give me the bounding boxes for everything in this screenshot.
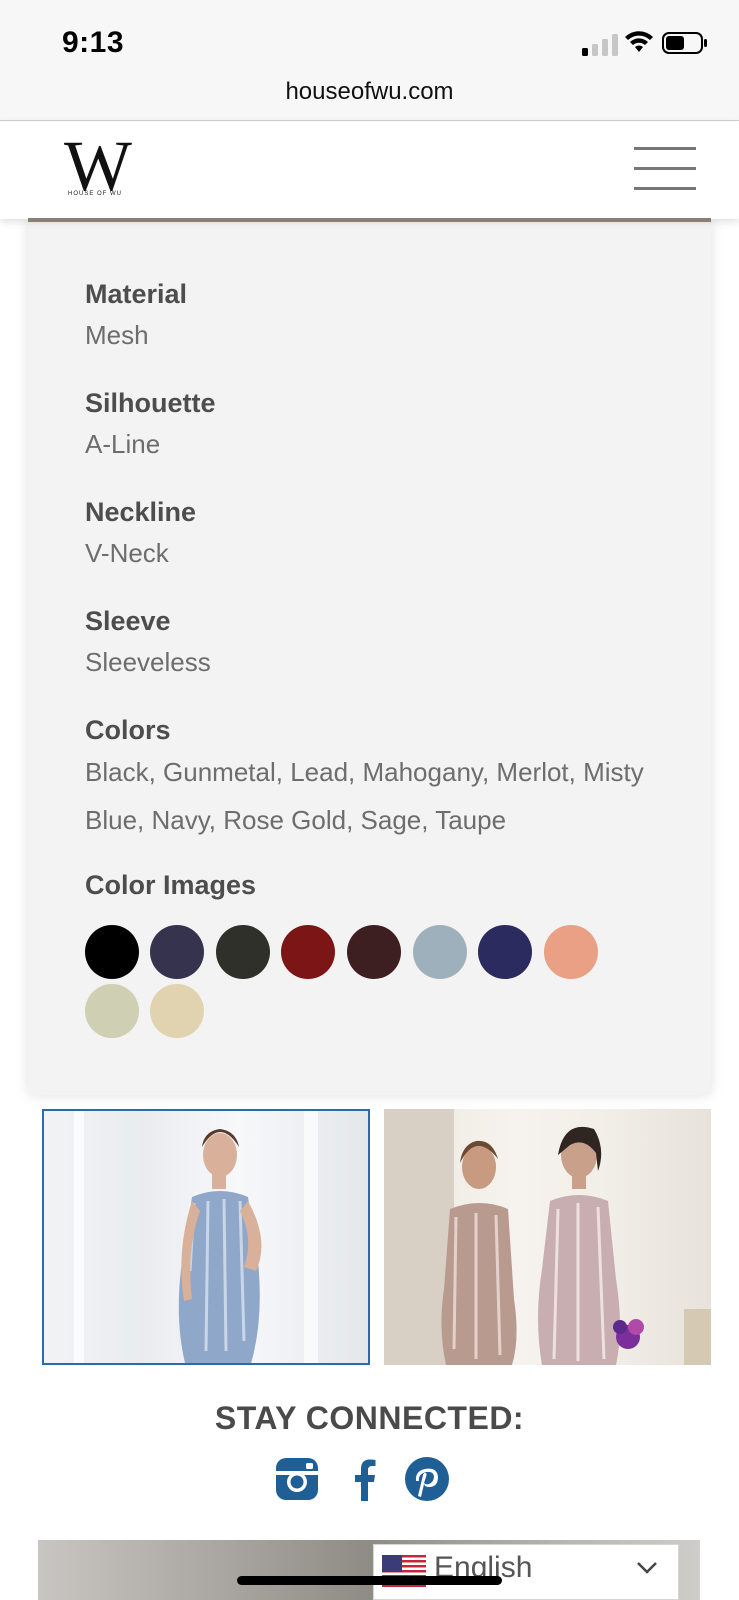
logo-subtitle: HOUSE OF WU bbox=[68, 191, 122, 197]
wifi-icon bbox=[625, 31, 653, 52]
color-swatch-rose-gold[interactable] bbox=[544, 925, 598, 979]
language-select[interactable]: English bbox=[373, 1544, 679, 1600]
chevron-down-icon bbox=[637, 1562, 657, 1574]
spec-value: Mesh bbox=[85, 320, 149, 350]
rose-gold-dresses-models-icon bbox=[384, 1109, 711, 1365]
spec-material: Material Mesh bbox=[85, 279, 187, 351]
color-swatch-lead[interactable] bbox=[216, 925, 270, 979]
url-text: houseofwu.com bbox=[285, 78, 454, 105]
menu-line-icon bbox=[634, 167, 696, 170]
spec-value: A-Line bbox=[85, 429, 161, 459]
spec-value: Sleeveless bbox=[85, 647, 211, 677]
color-swatch-mahogany[interactable] bbox=[281, 925, 335, 979]
image-edge-strip bbox=[28, 218, 711, 222]
specifications-panel: Material Mesh Silhouette A-Line Neckline… bbox=[28, 219, 711, 1095]
spec-label: Material bbox=[85, 279, 188, 309]
facebook-icon[interactable] bbox=[341, 1455, 389, 1503]
stay-connected-title: STAY CONNECTED: bbox=[214, 1400, 525, 1436]
spec-label: Silhouette bbox=[85, 388, 216, 418]
instagram-icon[interactable] bbox=[273, 1455, 321, 1503]
battery-icon bbox=[662, 32, 707, 54]
color-swatch-misty-blue[interactable] bbox=[413, 925, 467, 979]
spec-colors: Colors Black, Gunmetal, Lead, Mahogany, … bbox=[85, 715, 645, 844]
spec-label: Colors bbox=[85, 715, 171, 745]
spec-label: Neckline bbox=[85, 497, 197, 527]
pinterest-icon[interactable] bbox=[403, 1455, 451, 1503]
product-photo-1[interactable] bbox=[42, 1109, 370, 1365]
spec-label: Sleeve bbox=[85, 606, 171, 636]
product-photo-2[interactable] bbox=[384, 1109, 711, 1365]
status-bar: 9:13 bbox=[0, 0, 739, 72]
color-swatch-black[interactable] bbox=[85, 925, 139, 979]
address-bar[interactable]: houseofwu.com bbox=[0, 72, 739, 121]
spec-value: V-Neck bbox=[85, 538, 169, 568]
spec-label: Color Images bbox=[85, 870, 257, 900]
spec-silhouette: Silhouette A-Line bbox=[85, 388, 216, 460]
color-swatch-gunmetal[interactable] bbox=[150, 925, 204, 979]
color-swatch-navy[interactable] bbox=[478, 925, 532, 979]
site-header: W HOUSE OF WU bbox=[0, 122, 739, 219]
color-images-heading: Color Images bbox=[85, 870, 256, 901]
hamburger-menu-button[interactable] bbox=[634, 147, 696, 193]
blue-dress-model-icon bbox=[74, 1111, 318, 1363]
spec-value: Black, Gunmetal, Lead, Mahogany, Merlot,… bbox=[85, 757, 644, 835]
spec-neckline: Neckline V-Neck bbox=[85, 497, 196, 569]
status-time: 9:13 bbox=[62, 26, 125, 59]
color-swatch-sage[interactable] bbox=[85, 984, 139, 1038]
home-indicator bbox=[237, 1576, 502, 1585]
cellular-signal-icon bbox=[582, 34, 618, 56]
menu-line-icon bbox=[634, 187, 696, 190]
color-swatch-taupe[interactable] bbox=[150, 984, 204, 1038]
menu-line-icon bbox=[634, 147, 696, 150]
color-swatch-merlot[interactable] bbox=[347, 925, 401, 979]
spec-sleeve: Sleeve Sleeveless bbox=[85, 606, 211, 678]
